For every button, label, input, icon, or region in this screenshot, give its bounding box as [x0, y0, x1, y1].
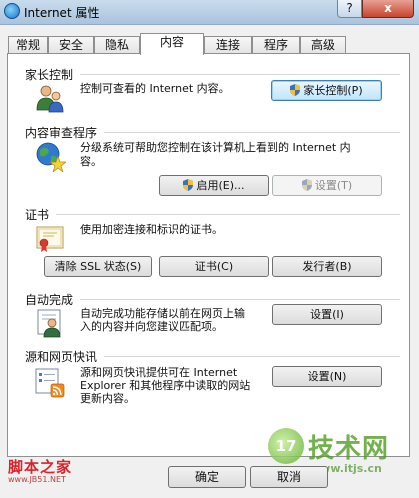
tab-programs[interactable]: 程序 — [252, 36, 300, 54]
ok-button[interactable]: 确定 — [168, 466, 246, 488]
parental-controls-button-label: 家长控制(P) — [303, 84, 363, 97]
tab-connections[interactable]: 连接 — [204, 36, 252, 54]
autocomplete-user-icon — [37, 309, 61, 338]
close-button[interactable]: x — [362, 0, 414, 18]
certificates-section-title: 证书 — [25, 208, 50, 222]
feeds-description-line3: 更新内容。 — [80, 392, 135, 405]
uac-shield-icon — [183, 179, 194, 191]
section-divider — [56, 214, 400, 215]
tab-content[interactable]: 内容 — [140, 33, 204, 55]
parental-section-title: 家长控制 — [25, 68, 74, 82]
feeds-section-title: 源和网页快讯 — [25, 350, 98, 364]
advisor-enable-button[interactable]: 启用(E)... — [159, 175, 269, 196]
section-divider — [104, 356, 400, 357]
parental-controls-button[interactable]: 家长控制(P) — [271, 80, 382, 101]
section-divider — [80, 299, 400, 300]
advisor-settings-button[interactable]: 设置(T) — [272, 175, 382, 196]
uac-shield-icon — [301, 179, 312, 191]
feeds-settings-button[interactable]: 设置(N) — [272, 366, 382, 387]
certificates-description: 使用加密连接和标识的证书。 — [80, 223, 223, 236]
watermark-jb51-url: www.JB51.NET — [8, 475, 66, 484]
feeds-description-line1: 源和网页快讯提供可在 Internet — [80, 366, 238, 379]
advisor-settings-button-label: 设置(T) — [314, 179, 353, 192]
internet-options-window: Internet 属性 ? x 常规 安全 隐私 内容 连接 程序 高级 家长控… — [0, 0, 419, 498]
internet-explorer-icon — [4, 3, 20, 19]
advisor-description-line1: 分级系统可帮助您控制在该计算机上看到的 Internet 内 — [80, 141, 351, 154]
uac-shield-icon — [290, 84, 301, 96]
tab-privacy[interactable]: 隐私 — [94, 36, 140, 54]
parental-description: 控制可查看的 Internet 内容。 — [80, 82, 230, 95]
tab-security[interactable]: 安全 — [48, 36, 94, 54]
advisor-enable-button-label: 启用(E)... — [196, 179, 245, 192]
autocomplete-description-line1: 自动完成功能存储以前在网页上输 — [80, 307, 245, 320]
watermark-itjs-text: 技术网 — [308, 434, 390, 464]
window-title: Internet 属性 — [24, 6, 100, 20]
watermark-jb51-text: 脚本之家 — [8, 458, 73, 476]
advisor-section-title: 内容审查程序 — [25, 126, 98, 140]
parental-users-icon — [36, 85, 64, 113]
certificate-icon — [36, 226, 64, 252]
clear-ssl-state-button[interactable]: 清除 SSL 状态(S) — [44, 256, 152, 277]
content-tab-panel — [7, 53, 410, 457]
feeds-description-line2: Explorer 和其他程序中读取的网站 — [80, 379, 251, 392]
autocomplete-settings-button[interactable]: 设置(I) — [272, 304, 382, 325]
section-divider — [104, 132, 400, 133]
globe-star-icon — [36, 142, 66, 172]
cancel-button[interactable]: 取消 — [250, 466, 328, 488]
tab-general[interactable]: 常规 — [8, 36, 48, 54]
title-bar[interactable]: Internet 属性 ? x — [0, 0, 419, 25]
advisor-description-line2: 容。 — [80, 155, 102, 168]
watermark-itjs-logo: 17 — [268, 428, 304, 464]
help-button[interactable]: ? — [337, 0, 362, 18]
tab-advanced[interactable]: 高级 — [300, 36, 346, 54]
certificates-button[interactable]: 证书(C) — [159, 256, 269, 277]
section-divider — [80, 74, 400, 75]
autocomplete-description-line2: 入的内容并向您建议匹配项。 — [80, 320, 223, 333]
publishers-button[interactable]: 发行者(B) — [272, 256, 382, 277]
feed-list-icon — [35, 368, 65, 398]
